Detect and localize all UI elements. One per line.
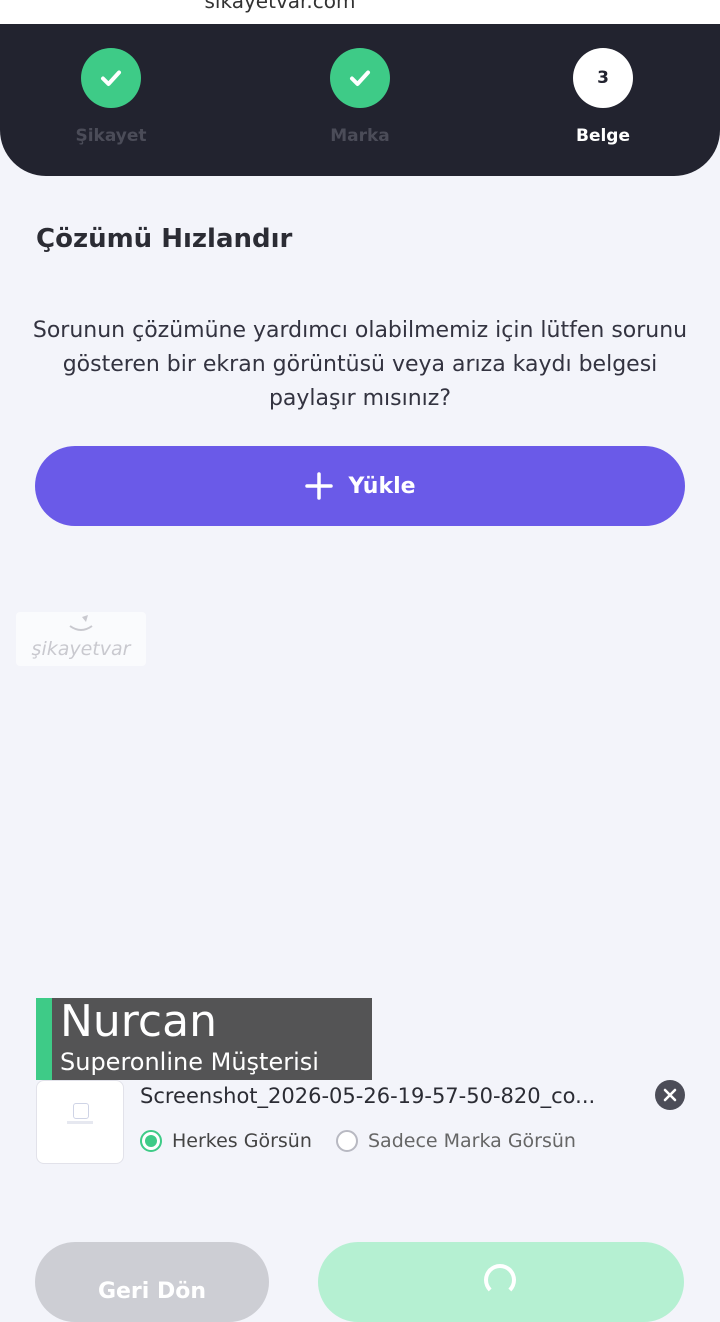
radio-brand-only[interactable]: Sadece Marka Görsün (336, 1130, 576, 1152)
browser-url-bar[interactable]: sikayetvar.com (0, 0, 720, 24)
attachment-filename: Screenshot_2026-05-26-19-57-50-820_co... (140, 1084, 596, 1108)
step-complete-check-icon (330, 48, 390, 108)
submit-button[interactable] (318, 1242, 684, 1322)
upload-button[interactable]: Yükle (35, 446, 685, 526)
radio-everyone-see[interactable]: Herkes Görsün (140, 1130, 312, 1152)
back-button[interactable]: Geri Dön (35, 1242, 269, 1322)
loading-spinner-icon (484, 1264, 516, 1296)
video-caption-overlay: Nurcan Superonline Müşterisi (36, 996, 372, 1080)
step-label: Marka (330, 126, 390, 146)
radio-checked-icon (140, 1130, 162, 1152)
watermark-text: şikayetvar (31, 638, 131, 660)
step-number: 3 (573, 48, 633, 108)
radio-label: Herkes Görsün (172, 1130, 312, 1152)
upload-button-label: Yükle (348, 473, 416, 499)
attachment-thumbnail[interactable] (36, 1080, 124, 1164)
progress-stepper: Şikayet Marka 3 Belge (0, 24, 720, 176)
step-sikayet: Şikayet (31, 48, 191, 146)
step-belge: 3 Belge (523, 48, 683, 146)
step-complete-check-icon (81, 48, 141, 108)
browser-url-text: sikayetvar.com (204, 0, 356, 13)
caption-subtitle: Superonline Müşterisi (60, 1048, 319, 1076)
radio-unchecked-icon (336, 1130, 358, 1152)
close-icon (663, 1088, 677, 1102)
caption-accent-bar (36, 998, 52, 1080)
step-label: Belge (575, 126, 630, 146)
radio-label: Sadece Marka Görsün (368, 1130, 576, 1152)
instruction-text: Sorunun çözümüne yardımcı olabilmemiz iç… (32, 318, 688, 411)
remove-attachment-button[interactable] (655, 1080, 685, 1110)
page-title: Çözümü Hızlandır (36, 224, 293, 254)
step-marka: Marka (280, 48, 440, 146)
caption-name: Nurcan (60, 996, 217, 1047)
watermark-logo-icon (66, 614, 96, 640)
step-label: Şikayet (75, 126, 147, 146)
plus-icon (304, 471, 334, 501)
brand-watermark: şikayetvar (16, 612, 146, 666)
attachment-item: Screenshot_2026-05-26-19-57-50-820_co...… (36, 1080, 686, 1170)
